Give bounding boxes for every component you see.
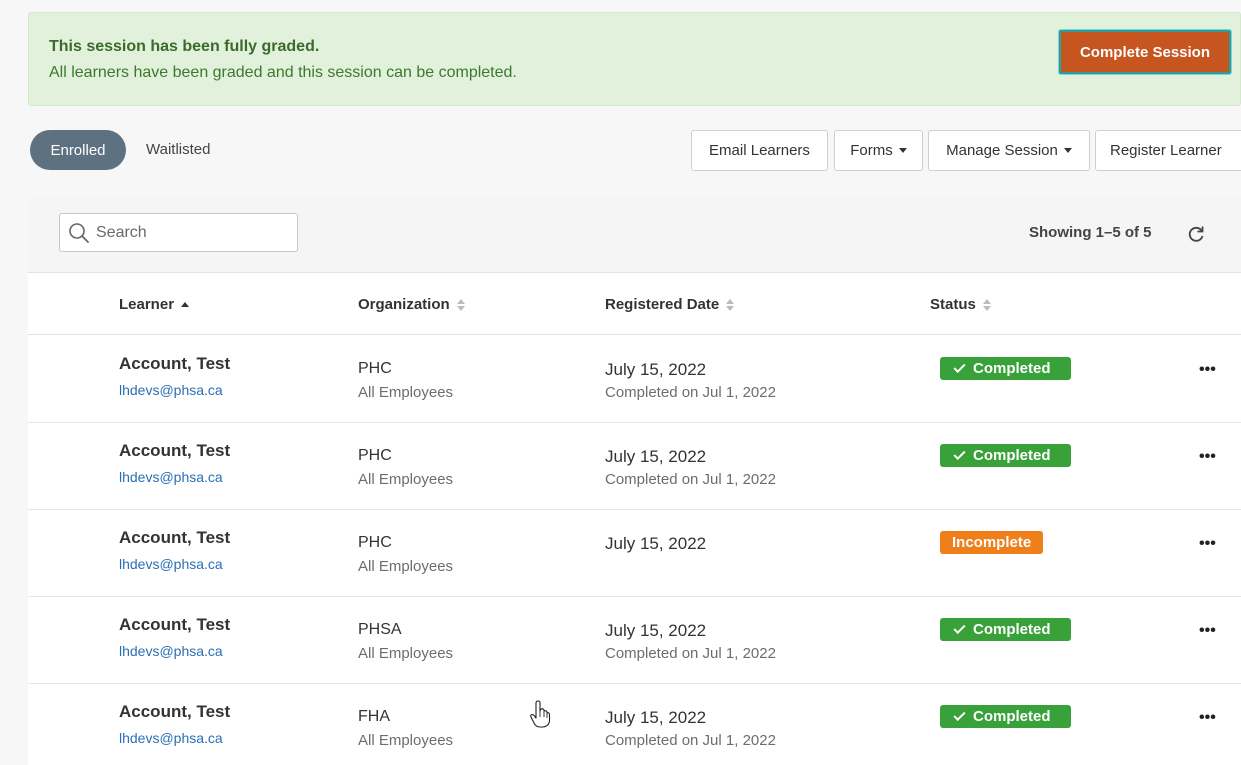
- organization-group: All Employees: [358, 471, 454, 488]
- completed-date: Completed on Jul 1, 2022: [605, 732, 776, 749]
- column-organization-label: Organization: [358, 296, 450, 313]
- sort-ascending-icon: [181, 302, 190, 307]
- learner-name: Account, Test: [119, 354, 231, 373]
- organization: PHSA: [358, 621, 402, 638]
- learner-email-link[interactable]: lhdevs@phsa.ca: [119, 730, 223, 746]
- learner-email-link[interactable]: lhdevs@phsa.ca: [119, 556, 223, 572]
- completed-date: Completed on Jul 1, 2022: [605, 384, 776, 401]
- status-label: Completed: [973, 708, 1051, 725]
- sort-icon: [982, 298, 991, 311]
- table-row: Account, Test lhdevs@phsa.ca PHC All Emp…: [28, 336, 1241, 423]
- forms-dropdown-button[interactable]: Forms: [834, 130, 923, 171]
- search-box[interactable]: [59, 213, 298, 252]
- completed-date: Completed on Jul 1, 2022: [605, 645, 776, 662]
- organization: PHC: [358, 360, 392, 377]
- search-input[interactable]: [96, 222, 286, 244]
- row-actions-menu-icon[interactable]: •••: [1199, 448, 1216, 466]
- learner-email-link[interactable]: lhdevs@phsa.ca: [119, 469, 223, 485]
- status-label: Incomplete: [952, 534, 1032, 551]
- email-learners-button[interactable]: Email Learners: [691, 130, 828, 171]
- hand-pointer-cursor-icon: [530, 700, 551, 728]
- check-icon: [953, 360, 966, 374]
- row-actions-menu-icon[interactable]: •••: [1199, 535, 1216, 553]
- column-registered-date[interactable]: Registered Date: [605, 296, 735, 313]
- column-status[interactable]: Status: [930, 296, 991, 313]
- table-row: Account, Test lhdevs@phsa.ca FHA All Emp…: [28, 684, 1241, 765]
- manage-session-label: Manage Session: [946, 142, 1058, 159]
- manage-session-dropdown-button[interactable]: Manage Session: [928, 130, 1090, 171]
- registered-date: July 15, 2022: [605, 360, 707, 379]
- pagination-summary: Showing 1–5 of 5: [1029, 224, 1152, 241]
- status-label: Completed: [973, 360, 1051, 377]
- email-learners-label: Email Learners: [709, 142, 810, 159]
- refresh-icon[interactable]: [1186, 224, 1206, 244]
- completed-date: Completed on Jul 1, 2022: [605, 471, 776, 488]
- learner-name: Account, Test: [119, 615, 231, 634]
- registered-date: July 15, 2022: [605, 447, 707, 466]
- forms-label: Forms: [850, 142, 893, 159]
- banner-text: All learners have been graded and this s…: [49, 64, 517, 81]
- status-badge: Completed: [940, 357, 1071, 380]
- status-label: Completed: [973, 447, 1051, 464]
- sort-icon: [456, 298, 465, 311]
- row-actions-menu-icon[interactable]: •••: [1199, 622, 1216, 640]
- session-learners-page: This session has been fully graded. All …: [0, 0, 1241, 765]
- column-learner-label: Learner: [119, 296, 175, 313]
- registered-date: July 15, 2022: [605, 621, 707, 640]
- tab-waitlisted[interactable]: Waitlisted: [146, 141, 210, 158]
- column-organization[interactable]: Organization: [358, 296, 465, 313]
- learner-name: Account, Test: [119, 441, 231, 460]
- sort-icon: [726, 298, 735, 311]
- learner-name: Account, Test: [119, 702, 231, 721]
- status-badge: Completed: [940, 705, 1071, 728]
- table-header: Learner Organization Registered Date Sta…: [28, 274, 1241, 335]
- check-icon: [953, 708, 966, 722]
- graded-banner: This session has been fully graded. All …: [28, 12, 1241, 106]
- table-row: Account, Test lhdevs@phsa.ca PHSA All Em…: [28, 597, 1241, 684]
- status-badge: Completed: [940, 444, 1071, 467]
- learner-name: Account, Test: [119, 528, 231, 547]
- organization-group: All Employees: [358, 645, 454, 662]
- banner-title: This session has been fully graded.: [49, 38, 320, 55]
- table-row: Account, Test lhdevs@phsa.ca PHC All Emp…: [28, 510, 1241, 597]
- register-learner-button[interactable]: Register Learner: [1095, 130, 1241, 171]
- caret-down-icon: [1063, 148, 1072, 153]
- organization-group: All Employees: [358, 732, 454, 749]
- learners-panel: Showing 1–5 of 5 Learner Organization Re…: [28, 196, 1241, 765]
- registered-date: July 15, 2022: [605, 534, 707, 553]
- status-label: Completed: [973, 621, 1051, 638]
- organization: FHA: [358, 708, 390, 725]
- row-actions-menu-icon[interactable]: •••: [1199, 709, 1216, 727]
- column-learner[interactable]: Learner: [119, 296, 190, 313]
- column-status-label: Status: [930, 296, 976, 313]
- registered-date: July 15, 2022: [605, 708, 707, 727]
- table-row: Account, Test lhdevs@phsa.ca PHC All Emp…: [28, 423, 1241, 510]
- table-toolbar: Showing 1–5 of 5: [28, 196, 1241, 273]
- row-actions-menu-icon[interactable]: •••: [1199, 361, 1216, 379]
- search-icon: [69, 223, 89, 243]
- column-registered-label: Registered Date: [605, 296, 720, 313]
- register-learner-label: Register Learner: [1110, 142, 1222, 159]
- status-badge: Completed: [940, 618, 1071, 641]
- check-icon: [953, 447, 966, 461]
- status-badge: Incomplete: [940, 531, 1044, 554]
- check-icon: [953, 621, 966, 635]
- learner-email-link[interactable]: lhdevs@phsa.ca: [119, 643, 223, 659]
- organization: PHC: [358, 447, 392, 464]
- organization-group: All Employees: [358, 384, 454, 401]
- organization-group: All Employees: [358, 558, 454, 575]
- tab-enrolled[interactable]: Enrolled: [30, 130, 126, 170]
- learner-email-link[interactable]: lhdevs@phsa.ca: [119, 382, 223, 398]
- complete-session-button[interactable]: Complete Session: [1059, 30, 1231, 74]
- caret-down-icon: [898, 148, 907, 153]
- organization: PHC: [358, 534, 392, 551]
